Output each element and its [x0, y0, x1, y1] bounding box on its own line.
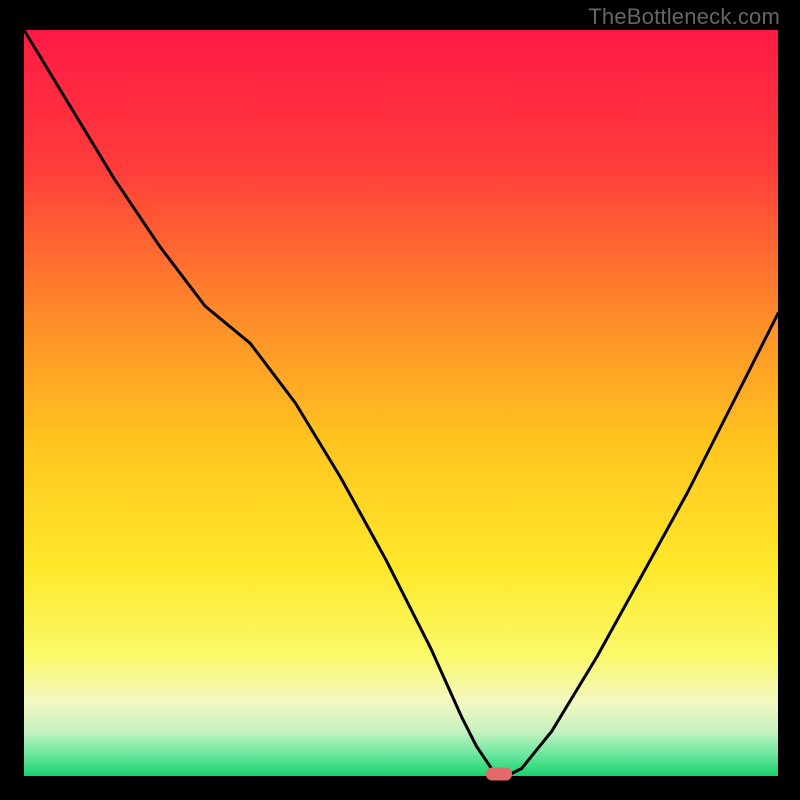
chart-container: TheBottleneck.com	[0, 0, 800, 800]
plot-background	[24, 30, 778, 776]
watermark-text: TheBottleneck.com	[588, 4, 780, 30]
optimum-marker	[486, 768, 512, 781]
bottleneck-chart	[0, 0, 800, 800]
